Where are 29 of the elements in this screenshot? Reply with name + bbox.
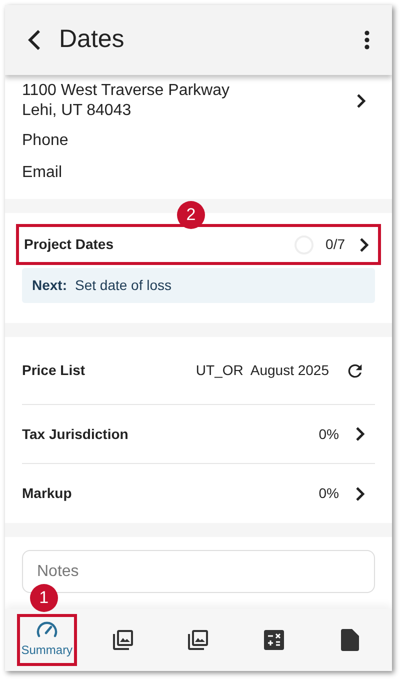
setting-label: Tax Jurisdiction	[22, 424, 128, 444]
project-dates-row[interactable]: Project Dates 0/7	[16, 224, 381, 265]
photos-icon	[110, 628, 135, 652]
setting-value: 0%	[318, 424, 339, 444]
back-icon[interactable]	[27, 29, 41, 51]
setting-label: Price List	[22, 361, 86, 380]
nav-tab[interactable]: Summary	[16, 614, 77, 666]
calculator-icon	[264, 630, 284, 650]
page-title: Dates	[59, 24, 124, 56]
more-options-icon[interactable]	[364, 30, 370, 50]
next-step-text: Set date of loss	[75, 276, 172, 295]
progress-count: 0/7	[326, 235, 345, 254]
setting-value: 0%	[318, 484, 339, 503]
chevron-right-icon	[355, 486, 365, 500]
phone-label: Phone	[22, 131, 70, 151]
gauge-icon	[36, 621, 58, 639]
setting-label: Markup	[22, 484, 72, 503]
address-line: 1100 West Traverse Parkway	[22, 81, 230, 101]
photos-icon	[186, 628, 210, 652]
setting-value: UT_OR August 2025	[196, 361, 329, 380]
document-icon	[341, 629, 360, 651]
project-dates-label: Project Dates	[24, 235, 114, 254]
callout-badge: 2	[177, 201, 205, 229]
next-label: Next:	[32, 276, 68, 295]
chevron-right-icon	[355, 427, 365, 441]
address-line: Lehi, UT 84043	[22, 101, 132, 121]
email-label: Email	[22, 163, 64, 183]
chevron-right-icon	[356, 94, 366, 108]
chevron-right-icon	[359, 238, 369, 252]
